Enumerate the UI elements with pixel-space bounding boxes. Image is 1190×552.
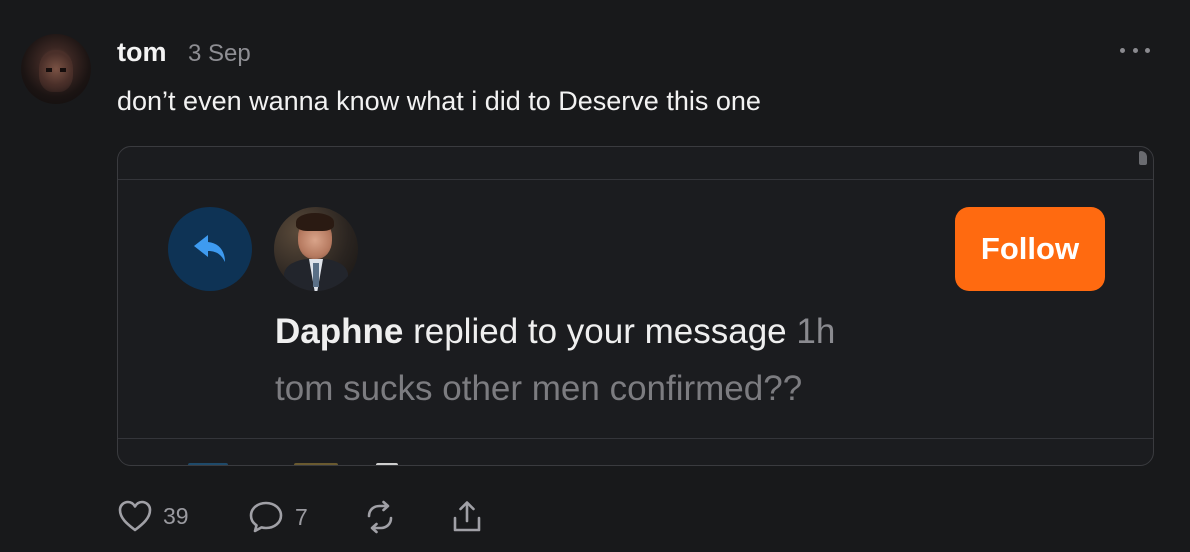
post-text: don’t even wanna know what i did to Dese… [117, 86, 761, 116]
embedded-screenshot[interactable]: Follow Daphne replied to your message 1h… [117, 146, 1154, 466]
divider [118, 179, 1153, 180]
comment-count: 7 [295, 503, 308, 530]
share-icon [453, 501, 481, 532]
next-row-peek [294, 463, 338, 465]
more-dot [1145, 47, 1150, 53]
share-button[interactable] [450, 499, 484, 535]
comment-icon [249, 501, 283, 533]
reply-badge [168, 207, 252, 291]
timestamp: 3 Sep [188, 40, 251, 67]
like-count: 39 [163, 502, 189, 529]
reply-arrow-icon [194, 235, 225, 262]
notification-action: replied to your message [413, 312, 787, 351]
next-row-peek [188, 463, 228, 465]
follow-button[interactable]: Follow [955, 207, 1105, 291]
avatar-tie [313, 263, 319, 287]
username[interactable]: tom [117, 37, 167, 68]
avatar[interactable] [21, 34, 91, 104]
post: tom 3 Sep don’t even wanna know what i d… [0, 0, 1190, 552]
notification-time: 1h [796, 312, 836, 351]
sender-avatar[interactable] [274, 207, 358, 291]
next-row-peek [376, 463, 398, 465]
avatar-hair [296, 213, 334, 231]
divider [118, 438, 1153, 439]
repost-icon [367, 500, 393, 534]
more-dot [1120, 47, 1125, 53]
notification-text: Daphne replied to your message 1h [275, 312, 835, 352]
heart-icon [118, 500, 152, 532]
corner-mark [1139, 151, 1147, 165]
more-icon[interactable] [1120, 38, 1150, 62]
more-dot [1132, 47, 1138, 53]
notification-sender[interactable]: Daphne [275, 312, 403, 351]
notification-message: tom sucks other men confirmed?? [275, 369, 803, 408]
comment-button[interactable]: 7 [247, 499, 308, 535]
repost-button[interactable] [362, 499, 398, 535]
like-button[interactable]: 39 [117, 499, 189, 533]
avatar-eyes [46, 68, 66, 72]
